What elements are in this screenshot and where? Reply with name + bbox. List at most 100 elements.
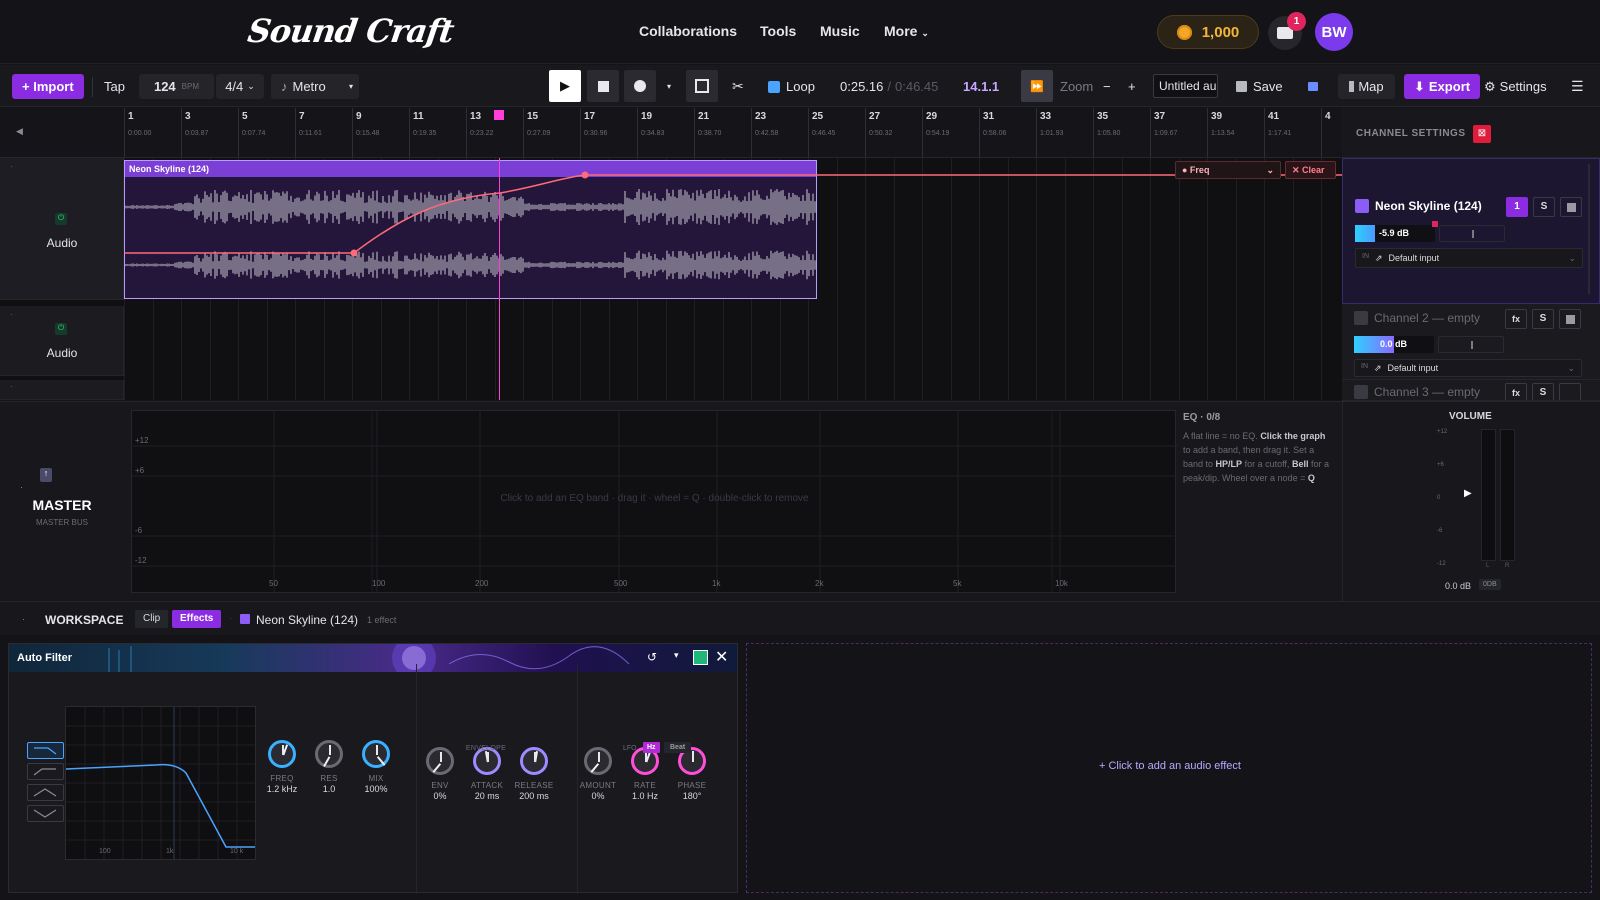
amount-knob[interactable] <box>584 747 612 775</box>
filter-type-notch[interactable] <box>27 805 64 822</box>
map-button[interactable]: Map <box>1338 74 1395 99</box>
ruler-bar-27[interactable]: 27 0:50.32 <box>865 108 866 158</box>
channel-color-swatch[interactable] <box>1355 199 1369 213</box>
channel-input-select[interactable]: IN ⇗ Default input ⌄ <box>1355 248 1583 268</box>
reset-icon[interactable]: ↺ <box>647 650 657 664</box>
coin-balance[interactable]: 1,000 <box>1157 15 1259 49</box>
timeline-ruler[interactable]: 1 0:00.00 3 0:03.87 5 0:07.74 7 0:11.61 9 0:15.48… <box>124 108 1342 158</box>
ruler-bar-7[interactable]: 7 0:11.61 <box>295 108 296 158</box>
ruler-bar-37[interactable]: 37 1:09.67 <box>1150 108 1151 158</box>
freq-knob[interactable] <box>268 740 296 768</box>
zoom-out-button[interactable]: − <box>1103 74 1111 99</box>
solo-button[interactable]: S <box>1532 309 1554 329</box>
pan-slider[interactable] <box>1439 225 1505 242</box>
ruler-bar-1[interactable]: 1 0:00.00 <box>124 108 125 158</box>
nav-collaborations[interactable]: Collaborations <box>639 23 737 39</box>
project-name-input[interactable]: Untitled au <box>1153 74 1218 98</box>
env-knob[interactable] <box>426 747 454 775</box>
ruler-bar-3[interactable]: 3 0:03.87 <box>181 108 182 158</box>
ruler-bar-13[interactable]: 13 0:23.22 <box>466 108 467 158</box>
zoom-in-button[interactable]: + <box>1128 74 1136 99</box>
ruler-bar-17[interactable]: 17 0:30.96 <box>580 108 581 158</box>
collapse-left-icon[interactable]: ◀ <box>16 126 23 137</box>
filter-type-highpass[interactable] <box>27 763 64 780</box>
sound-craft-logo[interactable]: Sound Craft <box>245 12 455 50</box>
lfo-mode-beat[interactable]: Beat <box>664 742 691 753</box>
solo-button[interactable]: S <box>1532 383 1554 401</box>
stop-button[interactable] <box>587 70 619 102</box>
channel-name[interactable]: Neon Skyline (124) <box>1375 199 1482 213</box>
filter-response-graph[interactable]: 100 1k 10 k <box>65 706 256 860</box>
volume-fader-handle[interactable]: ▶ <box>1464 488 1472 499</box>
reset-0db-button[interactable]: 0DB <box>1479 579 1501 590</box>
tab-clip[interactable]: Clip <box>135 610 168 628</box>
follow-playhead-button[interactable]: ⏩ <box>1021 70 1053 102</box>
ruler-bar-5[interactable]: 5 0:07.74 <box>238 108 239 158</box>
user-avatar[interactable]: BW <box>1315 13 1353 51</box>
mute-button[interactable] <box>1559 383 1581 401</box>
tap-tempo-button[interactable]: Tap <box>104 74 125 99</box>
settings-button[interactable]: ⚙ Settings <box>1484 74 1547 99</box>
bpm-field[interactable]: 124 BPM <box>139 74 214 99</box>
collapse-dot[interactable]: · <box>22 614 25 624</box>
ruler-bar-39[interactable]: 39 1:13.54 <box>1207 108 1208 158</box>
export-button[interactable]: ⬇ Export <box>1404 74 1480 99</box>
ruler-bar-4[interactable]: 4 <box>1321 108 1322 158</box>
loop-toggle[interactable]: Loop <box>768 74 815 99</box>
channel-strip-3[interactable]: Channel 3 — empty fx S <box>1342 380 1600 401</box>
play-button[interactable]: ▶ <box>549 70 581 102</box>
channel-number-button[interactable]: 1 <box>1506 197 1528 217</box>
channel-strip-1[interactable]: Neon Skyline (124) 1 S -5.9 dB IN ⇗ Defaul… <box>1342 158 1600 304</box>
record-button[interactable] <box>624 70 656 102</box>
ruler-bar-19[interactable]: 19 0:34.83 <box>637 108 638 158</box>
channel-input-select[interactable]: IN ⇗ Default input ⌄ <box>1354 359 1582 377</box>
record-options-caret[interactable]: ▾ <box>667 74 671 99</box>
menu-icon[interactable]: ☰ <box>1571 74 1584 99</box>
caret-down-icon[interactable]: ▾ <box>674 650 679 661</box>
channel-strip-2[interactable]: Channel 2 — empty fx S 0.0 dB IN ⇗ Default… <box>1342 304 1600 380</box>
nav-more[interactable]: More ⌄ <box>884 23 929 39</box>
automation-curve[interactable] <box>0 158 1342 400</box>
add-effect-area[interactable]: + Click to add an audio effect <box>746 643 1592 893</box>
collapse-dot[interactable]: · <box>20 482 23 492</box>
filter-type-bandpass[interactable] <box>27 784 64 801</box>
res-knob[interactable] <box>315 740 343 768</box>
nav-music[interactable]: Music <box>820 23 860 39</box>
channel-color-swatch[interactable] <box>1354 385 1368 399</box>
metronome-toggle[interactable]: ♪ Metro ▾ <box>271 74 359 99</box>
bypass-toggle[interactable] <box>693 650 708 665</box>
filter-type-lowpass[interactable] <box>27 742 64 759</box>
fx-button[interactable]: fx <box>1505 383 1527 401</box>
close-panel-icon[interactable]: ⊠ <box>1473 125 1491 143</box>
save-button[interactable]: Save <box>1236 74 1283 99</box>
lfo-mode-hz[interactable]: Hz <box>643 742 660 753</box>
time-signature-select[interactable]: 4/4 ⌄ <box>216 74 264 99</box>
select-tool-button[interactable] <box>686 70 718 102</box>
ruler-bar-9[interactable]: 9 0:15.48 <box>352 108 353 158</box>
mix-knob[interactable] <box>362 740 390 768</box>
playhead-marker[interactable] <box>494 110 504 120</box>
ruler-bar-25[interactable]: 25 0:46.45 <box>808 108 809 158</box>
release-knob[interactable] <box>520 747 548 775</box>
camera-icon[interactable] <box>1308 74 1318 99</box>
channel-color-swatch[interactable] <box>1354 311 1368 325</box>
nav-tools[interactable]: Tools <box>760 23 796 39</box>
ruler-bar-35[interactable]: 35 1:05.80 <box>1093 108 1094 158</box>
channel-name[interactable]: Channel 2 — empty <box>1374 311 1480 325</box>
mute-button[interactable] <box>1559 309 1581 329</box>
pan-slider[interactable] <box>1438 336 1504 353</box>
tab-effects[interactable]: Effects <box>172 610 221 628</box>
ruler-bar-21[interactable]: 21 0:38.70 <box>694 108 695 158</box>
automation-clear-button[interactable]: ✕ Clear <box>1285 161 1336 179</box>
ruler-bar-11[interactable]: 11 0:19.35 <box>409 108 410 158</box>
close-icon[interactable]: ✕ <box>715 647 728 667</box>
scissors-icon[interactable]: ✂ <box>732 74 744 99</box>
automation-param-select[interactable]: ● Freq ⌄ <box>1175 161 1281 179</box>
device-title-bar[interactable]: Auto Filter ↺ ▾ ✕ <box>9 644 737 672</box>
import-button[interactable]: + Import <box>12 74 84 99</box>
channel-name[interactable]: Channel 3 — empty <box>1374 385 1480 399</box>
ruler-bar-29[interactable]: 29 0:54.19 <box>922 108 923 158</box>
ruler-bar-23[interactable]: 23 0:42.58 <box>751 108 752 158</box>
ruler-bar-41[interactable]: 41 1:17.41 <box>1264 108 1265 158</box>
ruler-bar-15[interactable]: 15 0:27.09 <box>523 108 524 158</box>
